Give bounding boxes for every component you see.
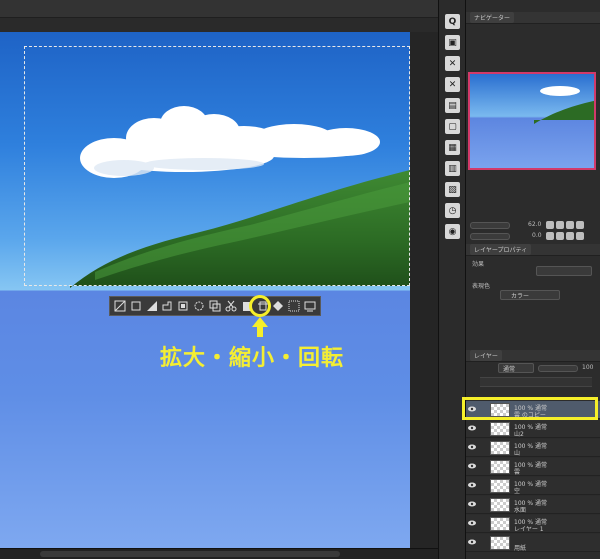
close-icon[interactable]: ✕ <box>445 77 460 92</box>
fill-selection-icon[interactable] <box>271 299 285 313</box>
layer-thumbnail <box>490 460 510 474</box>
copy-paste-icon[interactable] <box>208 299 222 313</box>
layer-name: 水面 <box>514 507 527 514</box>
canvas-margin <box>410 32 438 548</box>
rotate-right-icon[interactable] <box>556 232 564 240</box>
scrollbar-thumb[interactable] <box>40 551 340 557</box>
navigator-thumbnail <box>534 86 594 124</box>
expand-selection-icon[interactable] <box>161 299 175 313</box>
layer-new-icon[interactable]: ▣ <box>445 35 460 50</box>
layer-name: 山 <box>514 450 521 457</box>
scale-rotate-highlight <box>249 295 271 317</box>
reset-rotate-icon[interactable] <box>566 232 574 240</box>
layer-delete-icon[interactable]: ✕ <box>445 56 460 71</box>
layer-row[interactable]: 100 % 通常空 <box>466 477 600 495</box>
layer-thumbnail <box>490 536 510 550</box>
navigator-preview[interactable] <box>468 72 596 170</box>
tab-navigator[interactable]: ナビゲーター <box>470 12 515 23</box>
right-panel: ナビゲーター 62.0 0.0 レイヤープロパティ 効果 表現色 カラー レイヤ… <box>466 0 600 559</box>
cut-paste-icon[interactable] <box>224 299 238 313</box>
selected-layer-highlight <box>462 397 598 420</box>
copy-icon[interactable]: ▤ <box>445 98 460 113</box>
rotate-slider[interactable] <box>470 233 510 240</box>
crop-icon[interactable] <box>129 299 143 313</box>
layer-row[interactable]: 100 % 通常雲 <box>466 458 600 476</box>
actual-size-icon[interactable] <box>576 221 584 229</box>
layer-thumbnail <box>490 498 510 512</box>
rotate-value: 0.0 <box>532 232 542 239</box>
arrow-up-icon <box>252 317 268 337</box>
zoom-slider[interactable] <box>470 222 510 229</box>
layer-row[interactable]: 100 % 通常山 <box>466 439 600 457</box>
layer-tab-bar: レイヤー <box>466 350 600 362</box>
layer-name: 用紙 <box>514 545 527 552</box>
fit-icon[interactable] <box>566 221 574 229</box>
layer-thumbnail <box>490 441 510 455</box>
selection-launcher-toolbar <box>109 296 321 316</box>
layer-name: 雲 <box>514 469 521 476</box>
history-icon[interactable]: ◷ <box>445 203 460 218</box>
tab-layer[interactable]: レイヤー <box>470 350 502 361</box>
zoom-in-icon[interactable] <box>556 221 564 229</box>
layer-thumbnail <box>490 479 510 493</box>
expression-color-label: 表現色 <box>472 283 491 290</box>
layer-name: レイヤー 1 <box>514 526 544 533</box>
effect-label: 効果 <box>472 261 485 268</box>
camera-icon[interactable]: ◉ <box>445 224 460 239</box>
layer-property-tab-bar: レイヤープロパティ <box>466 244 600 256</box>
effect-buttons[interactable] <box>536 266 592 276</box>
layer-thumbnail <box>490 422 510 436</box>
layer-row[interactable]: 用紙 <box>466 534 600 552</box>
eye-icon[interactable] <box>468 463 476 469</box>
selection-marquee[interactable] <box>24 46 410 286</box>
eye-icon[interactable] <box>468 444 476 450</box>
navigator-tab-bar: ナビゲーター <box>466 12 600 24</box>
navigator-controls: 62.0 0.0 <box>466 218 600 246</box>
fill-icon[interactable] <box>145 299 159 313</box>
layer-row[interactable]: 100 % 通常 水面 <box>466 496 600 514</box>
rotate-left-icon[interactable] <box>546 232 554 240</box>
ruler-icon[interactable]: ▧ <box>445 182 460 197</box>
layer-thumbnail <box>490 517 510 531</box>
layer-row[interactable]: 100 % 通常 レイヤー 1 <box>466 515 600 533</box>
horizontal-scrollbar[interactable] <box>0 548 438 559</box>
opacity-slider[interactable] <box>538 365 578 372</box>
eye-icon[interactable] <box>468 520 476 526</box>
layer-name: 空 <box>514 488 521 495</box>
expression-color-dropdown[interactable]: カラー <box>500 290 560 300</box>
eye-icon[interactable] <box>468 425 476 431</box>
blend-mode-dropdown[interactable]: 通常 <box>498 363 534 373</box>
panel-icon[interactable]: ▥ <box>445 161 460 176</box>
tool-strip: Q ▣ ✕ ✕ ▤ ▢ ▦ ▥ ▧ ◷ ◉ <box>438 0 466 559</box>
eye-icon[interactable] <box>468 501 476 507</box>
deselect-icon[interactable] <box>303 299 317 313</box>
zoom-value: 62.0 <box>528 221 542 228</box>
canvas-tab-bar <box>0 0 438 18</box>
shrink-selection-icon[interactable] <box>176 299 190 313</box>
grid-icon[interactable]: ▦ <box>445 140 460 155</box>
opacity-value: 100 <box>582 364 594 371</box>
settings-icon[interactable] <box>192 299 206 313</box>
zoom-icon[interactable]: Q <box>445 14 460 29</box>
canvas-area[interactable]: 拡大・縮小・回転 <box>0 0 438 559</box>
clear-outside-icon[interactable] <box>113 299 127 313</box>
flip-icon[interactable] <box>576 232 584 240</box>
annotation-caption: 拡大・縮小・回転 <box>160 346 345 371</box>
tab-layer-property[interactable]: レイヤープロパティ <box>470 244 532 255</box>
zoom-out-icon[interactable] <box>546 221 554 229</box>
layer-name: 山2 <box>514 431 524 438</box>
display-icon[interactable]: ▢ <box>445 119 460 134</box>
eye-icon[interactable] <box>468 482 476 488</box>
layer-toolbar[interactable] <box>480 377 592 387</box>
new-layer-fill-icon[interactable] <box>287 299 301 313</box>
eye-icon[interactable] <box>468 539 476 545</box>
layer-row[interactable]: 100 % 通常 山2 <box>466 420 600 438</box>
